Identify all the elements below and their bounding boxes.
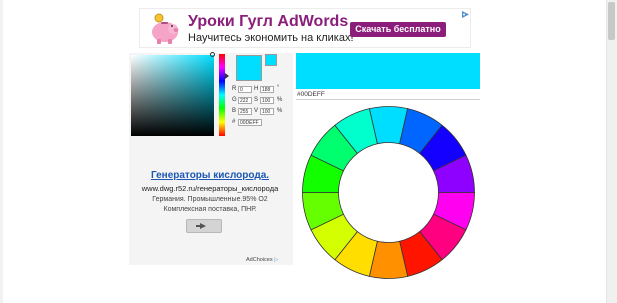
adchoices-icon[interactable] — [461, 10, 470, 19]
hex-input[interactable]: 00DEFF — [238, 119, 262, 126]
hex-hash-label: # — [232, 119, 236, 125]
selected-hex-label: #00DEFF — [297, 91, 325, 98]
window-frame-left — [0, 0, 3, 303]
ad-description: Германия. Промышленные.95% О2 Комплексна… — [134, 195, 286, 215]
ad-description-line-2: Комплексная поставка, ПНР. — [163, 206, 257, 213]
banner-title[interactable]: Уроки Гугл AdWords — [188, 13, 348, 31]
hue-slider[interactable] — [219, 54, 225, 136]
color-wheel[interactable] — [301, 104, 476, 281]
previous-color-swatch[interactable] — [265, 54, 277, 66]
s-label: S — [254, 97, 259, 103]
adchoices-label: AdChoices — [246, 257, 273, 263]
g-label: G — [232, 97, 237, 103]
selected-color-preview — [296, 53, 480, 89]
v-label: V — [254, 108, 259, 114]
r-label: R — [232, 86, 237, 92]
banner-ad[interactable]: Уроки Гугл AdWords Научитесь экономить н… — [139, 8, 471, 48]
banner-subtitle: Научитесь экономить на кликах! — [188, 32, 354, 44]
saturation-value-area[interactable] — [131, 55, 214, 136]
r-input[interactable]: 0 — [238, 86, 252, 93]
hex-divider — [296, 99, 480, 100]
ad-go-button[interactable] — [186, 219, 222, 233]
adchoices-link[interactable]: AdChoices ▷ — [246, 257, 278, 263]
s-unit: % — [277, 97, 283, 103]
ad-title-link[interactable]: Генераторы кислорода. — [134, 170, 286, 181]
adchoices-icon: ▷ — [274, 257, 279, 263]
piggy-bank-icon — [152, 13, 179, 44]
h-unit: ° — [277, 85, 280, 91]
b-label: B — [232, 108, 237, 114]
b-input[interactable]: 255 — [238, 108, 252, 115]
hue-slider-marker[interactable] — [225, 73, 229, 79]
download-free-button[interactable]: Скачать бесплатно — [350, 22, 446, 37]
arrow-right-icon — [200, 223, 206, 229]
v-unit: % — [277, 108, 283, 114]
scrollbar-thumb[interactable] — [608, 2, 615, 40]
current-color-swatch — [236, 55, 262, 81]
v-input[interactable]: 100 — [260, 108, 274, 115]
saturation-value-handle[interactable] — [210, 52, 215, 57]
s-input[interactable]: 100 — [260, 97, 274, 104]
ad-url[interactable]: www.dwg.r52.ru/генераторы_кислорода — [134, 184, 286, 193]
scrollbar-track[interactable] — [606, 0, 617, 303]
ad-description-line-1: Германия. Промышленные.95% О2 — [152, 196, 268, 203]
g-input[interactable]: 222 — [238, 97, 252, 104]
h-input[interactable]: 188 — [260, 86, 274, 93]
h-label: H — [254, 86, 259, 92]
